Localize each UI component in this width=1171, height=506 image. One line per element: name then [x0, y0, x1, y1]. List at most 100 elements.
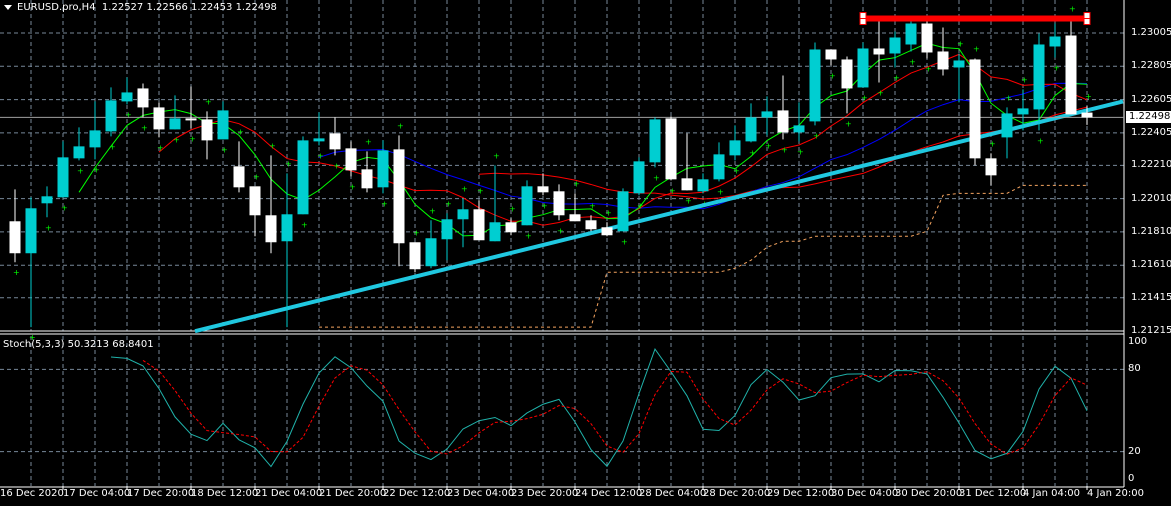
candle-bullish: [809, 49, 821, 122]
time-axis-label: 30 Dec 20:00: [895, 488, 963, 499]
selection-handle[interactable]: [859, 18, 867, 26]
current-price-label: 1.22498: [1126, 111, 1171, 123]
candle-bearish: [569, 214, 581, 222]
candle-bearish: [185, 118, 197, 121]
stoch-axis-label: 0: [1128, 473, 1135, 484]
sar-dot: +: [1037, 136, 1044, 145]
candle-bearish: [841, 59, 853, 89]
candle-bearish: [137, 88, 149, 108]
sar-dot: +: [653, 173, 660, 182]
time-axis-label: 21 Dec 20:00: [319, 488, 387, 499]
candle-bearish: [345, 148, 357, 171]
candle-bullish: [57, 157, 69, 198]
candle-bullish: [857, 48, 869, 88]
time-axis-label: 21 Dec 04:00: [255, 488, 323, 499]
sar-dot: +: [13, 268, 20, 277]
price-axis-label: 1.22605: [1131, 93, 1171, 105]
candle-bullish: [73, 146, 85, 159]
candle-bullish: [25, 208, 37, 254]
candle-bearish: [665, 118, 677, 180]
candle-bullish: [281, 214, 293, 242]
sar-dot: +: [525, 231, 532, 240]
sar-dot: +: [461, 184, 468, 193]
candle-bearish: [921, 23, 933, 53]
sar-dot: +: [813, 131, 820, 140]
stoch-label: Stoch(5,3,3): [3, 339, 65, 350]
candle-bearish: [585, 220, 597, 230]
sar-dot: +: [541, 201, 548, 210]
sar-dot: +: [445, 199, 452, 208]
candle-bullish: [745, 117, 757, 142]
time-axis-label: 29 Dec 12:00: [767, 488, 835, 499]
sar-dot: +: [733, 166, 740, 175]
time-axis-label: 28 Dec 04:00: [639, 488, 707, 499]
time-axis-label: 18 Dec 12:00: [191, 488, 259, 499]
price-axis-label: 1.22010: [1131, 192, 1171, 204]
sar-dot: +: [1005, 93, 1012, 102]
candle-bullish: [905, 23, 917, 45]
candle-bearish: [1065, 35, 1077, 115]
sar-dot: +: [317, 151, 324, 160]
candle-bearish: [1081, 112, 1093, 118]
dropdown-triangle-icon[interactable]: [4, 4, 12, 10]
stoch-axis-label: 20: [1128, 445, 1141, 457]
sar-dot: +: [301, 220, 308, 229]
symbol-label: EURUSD.pro,H4: [17, 2, 96, 13]
candle-bearish: [777, 110, 789, 133]
sar-dot: +: [909, 57, 916, 66]
candle-bullish: [377, 150, 389, 188]
candle-bullish: [633, 161, 645, 194]
sar-dot: +: [589, 201, 596, 210]
sar-dot: +: [397, 121, 404, 130]
candle-bearish: [361, 169, 373, 189]
candle-bullish: [217, 110, 229, 140]
candle-bearish: [233, 166, 245, 188]
candle-bearish: [969, 59, 981, 159]
candle-bearish: [473, 209, 485, 241]
sar-dot: +: [845, 119, 852, 128]
sar-dot: +: [1053, 63, 1060, 72]
chart-canvas[interactable]: + + + + + + + + + + + + + + + + + + + + + + + + + + + + + + + + + + + + + + + +…: [0, 0, 1171, 506]
sar-dot: +: [957, 39, 964, 48]
sar-dot: +: [109, 142, 116, 151]
sar-dot: +: [125, 110, 132, 119]
candle-bullish: [1017, 108, 1029, 115]
selection-handle[interactable]: [1083, 12, 1091, 20]
sar-dot: +: [349, 182, 356, 191]
sar-dot: +: [477, 186, 484, 195]
sar-dot: +: [781, 145, 788, 154]
sar-dot: +: [77, 166, 84, 175]
sar-dot: +: [877, 88, 884, 97]
ohlc-high: 1.22566: [146, 2, 188, 13]
sar-dot: +: [61, 203, 68, 212]
sar-dot: +: [1021, 75, 1028, 84]
time-axis-label: 28 Dec 20:00: [703, 488, 771, 499]
sar-dot: +: [1085, 92, 1092, 101]
time-axis-label: 30 Dec 04:00: [831, 488, 899, 499]
stoch-signal-line: [142, 360, 1088, 455]
sar-dot: +: [253, 172, 260, 181]
candle-bearish: [409, 242, 421, 270]
candle-bearish: [265, 215, 277, 243]
candle-bullish: [89, 130, 101, 148]
stoch-main-line: [110, 348, 1088, 468]
sar-dot: +: [829, 71, 836, 80]
time-axis-label: 4 Jan 20:00: [1087, 488, 1144, 499]
time-axis-label: 17 Dec 04:00: [63, 488, 131, 499]
price-axis-label: 1.22805: [1131, 60, 1171, 72]
candle-bullish: [729, 140, 741, 156]
sar-dot: +: [429, 206, 436, 215]
sar-dot: +: [557, 226, 564, 235]
sar-dot: +: [413, 228, 420, 237]
candle-bullish: [697, 179, 709, 192]
candle-bullish: [1001, 113, 1013, 138]
price-axis-label: 1.22405: [1131, 126, 1171, 138]
candle-bullish: [1033, 44, 1045, 110]
candle-bullish: [713, 154, 725, 180]
candle-bearish: [393, 149, 405, 244]
sar-dot: +: [157, 143, 164, 152]
candle-bearish: [601, 227, 613, 236]
selection-handle[interactable]: [859, 12, 867, 20]
candle-bullish: [1049, 36, 1061, 47]
selection-handle[interactable]: [1083, 18, 1091, 26]
